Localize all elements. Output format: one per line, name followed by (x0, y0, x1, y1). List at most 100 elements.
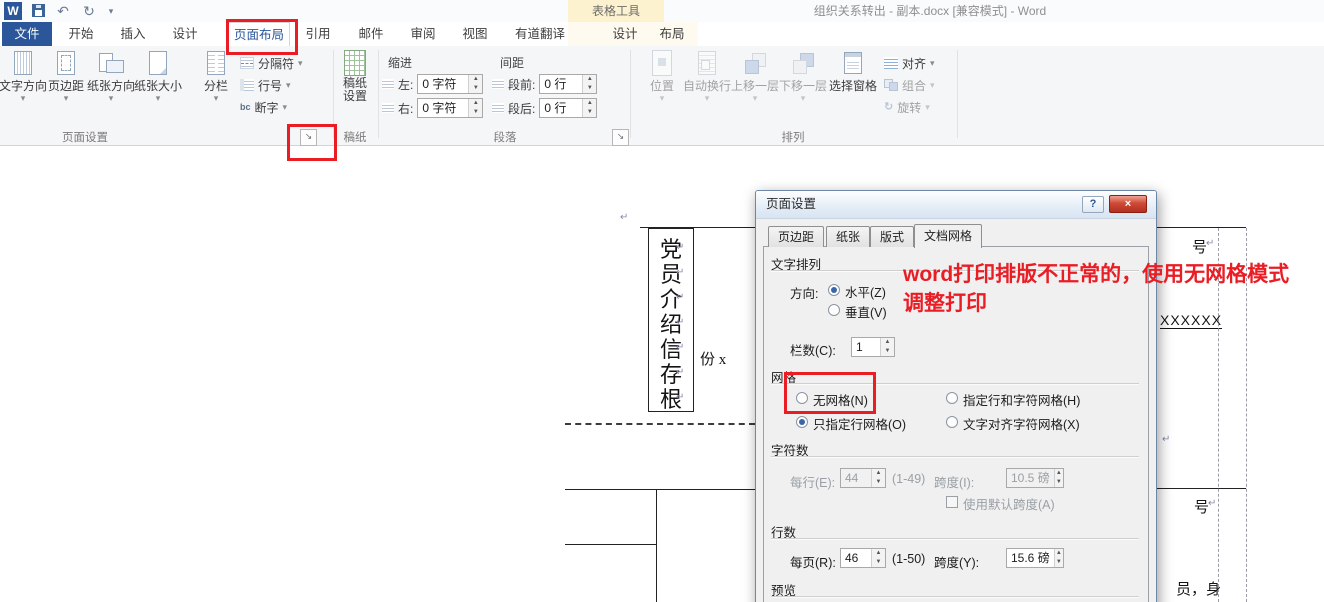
spin-up-icon[interactable]: ▲ (583, 75, 596, 84)
radio-vertical-label[interactable]: 垂直(V) (845, 302, 887, 321)
indent-right-icon (382, 103, 394, 113)
char-pitch-stepper[interactable]: 10.5 磅▲▼ (1006, 468, 1064, 488)
dialog-tab-margins[interactable]: 页边距 (768, 226, 824, 247)
spin-down-icon[interactable]: ▼ (872, 478, 885, 487)
chevron-down-icon: ▾ (156, 94, 161, 103)
tab-review[interactable]: 审阅 (400, 22, 446, 46)
chevron-down-icon: ▾ (753, 94, 758, 103)
tab-references[interactable]: 引用 (295, 22, 341, 46)
text-direction-button[interactable]: 文字方向 ▾ (2, 49, 44, 125)
dialog-title-bar[interactable]: 页面设置 ? × (756, 191, 1156, 219)
group-button[interactable]: 组合 ▾ (884, 75, 935, 95)
columns-button[interactable]: 分栏 ▾ (196, 49, 236, 125)
section-divider (771, 538, 1139, 540)
spin-down-icon[interactable]: ▼ (583, 84, 596, 93)
position-button[interactable]: 位置 ▾ (642, 49, 682, 125)
tab-table-design[interactable]: 设计 (602, 22, 648, 46)
paragraph-mark-icon: ↵ (676, 342, 684, 353)
dialog-help-button[interactable]: ? (1082, 196, 1104, 213)
tab-insert[interactable]: 插入 (110, 22, 156, 46)
spin-up-icon[interactable]: ▲ (583, 99, 596, 108)
align-button[interactable]: 对齐 ▾ (884, 53, 935, 73)
orientation-button[interactable]: 纸张方向 ▾ (88, 49, 134, 125)
tab-home[interactable]: 开始 (58, 22, 104, 46)
use-default-pitch-label[interactable]: 使用默认跨度(A) (963, 494, 1055, 513)
breaks-button[interactable]: 分隔符 ▾ (240, 53, 303, 73)
radio-horizontal[interactable] (828, 284, 840, 296)
hyphenation-button[interactable]: bc 断字 ▾ (240, 97, 287, 117)
spin-down-icon[interactable]: ▼ (1055, 478, 1063, 487)
chevron-down-icon: ▾ (286, 80, 291, 91)
send-backward-button[interactable]: 下移一层 ▾ (780, 49, 826, 125)
bring-forward-button[interactable]: 上移一层 ▾ (732, 49, 778, 125)
lines-per-page-stepper[interactable]: 46▲▼ (840, 548, 886, 568)
margins-button[interactable]: 页边距 ▾ (46, 49, 86, 125)
button-label: 自动换行 (683, 79, 731, 93)
spin-up-icon[interactable]: ▲ (881, 338, 894, 347)
char-pitch-label: 跨度(I): (934, 472, 974, 491)
grid-paper-setup-button[interactable]: 稿纸 设置 (336, 49, 374, 125)
spin-down-icon[interactable]: ▼ (872, 558, 885, 567)
dialog-tab-document-grid[interactable]: 文档网格 (914, 224, 982, 248)
tab-file[interactable]: 文件 (2, 22, 52, 46)
spin-up-icon[interactable]: ▲ (1055, 549, 1063, 558)
field-label: 段前: (508, 76, 535, 93)
spin-down-icon[interactable]: ▼ (583, 108, 596, 117)
indent-right-stepper[interactable]: 0 字符▲▼ (417, 98, 483, 118)
table-border (565, 544, 657, 545)
paper-size-icon (149, 51, 167, 75)
redo-icon[interactable]: ↻ (78, 1, 100, 21)
grid-paper-icon (344, 50, 366, 76)
line-numbers-button[interactable]: 行号 ▾ (240, 75, 291, 95)
dialog-tab-layout[interactable]: 版式 (870, 226, 914, 247)
spin-down-icon[interactable]: ▼ (469, 108, 482, 117)
tab-table-layout[interactable]: 布局 (650, 22, 694, 46)
cut-line-dashed (565, 423, 755, 425)
rotate-button[interactable]: ↻ 旋转 ▾ (884, 97, 930, 117)
selection-pane-button[interactable]: 选择窗格 (828, 49, 878, 125)
radio-lines-and-chars[interactable] (946, 392, 958, 404)
direction-label: 方向: (790, 283, 818, 302)
radio-horizontal-label[interactable]: 水平(Z) (845, 282, 886, 301)
spin-up-icon[interactable]: ▲ (469, 75, 482, 84)
columns-count-stepper[interactable]: 1▲▼ (851, 337, 895, 357)
button-label: 行号 (258, 77, 282, 94)
spin-down-icon[interactable]: ▼ (469, 84, 482, 93)
space-after-stepper[interactable]: 0 行▲▼ (539, 98, 597, 118)
radio-lines-only[interactable] (796, 416, 808, 428)
radio-lines-and-chars-label[interactable]: 指定行和字符网格(H) (963, 390, 1080, 409)
chars-per-line-stepper[interactable]: 44▲▼ (840, 468, 886, 488)
undo-icon[interactable]: ↶ (52, 1, 74, 21)
radio-char-align[interactable] (946, 416, 958, 428)
paragraph-dialog-launcher[interactable]: ↘ (612, 129, 629, 146)
save-icon[interactable] (32, 4, 45, 17)
line-pitch-stepper[interactable]: 15.6 磅▲▼ (1006, 548, 1064, 568)
rotate-icon: ↻ (884, 101, 893, 113)
tab-design[interactable]: 设计 (162, 22, 208, 46)
spin-up-icon[interactable]: ▲ (469, 99, 482, 108)
radio-vertical[interactable] (828, 304, 840, 316)
dialog-tab-paper[interactable]: 纸张 (826, 226, 870, 247)
spin-down-icon[interactable]: ▼ (1055, 558, 1063, 567)
button-label: 对齐 (902, 55, 926, 72)
space-before-stepper[interactable]: 0 行▲▼ (539, 74, 597, 94)
bring-forward-icon (743, 51, 767, 75)
indent-left-stepper[interactable]: 0 字符▲▼ (417, 74, 483, 94)
spin-up-icon[interactable]: ▲ (872, 469, 885, 478)
paper-size-button[interactable]: 纸张大小 ▾ (136, 49, 180, 125)
spin-up-icon[interactable]: ▲ (872, 549, 885, 558)
spin-down-icon[interactable]: ▼ (881, 347, 894, 356)
annotation-text-line2: 调整打印 (903, 287, 987, 317)
selection-pane-icon (844, 52, 862, 74)
radio-lines-only-label[interactable]: 只指定行网格(O) (813, 414, 906, 433)
tab-youdao-translate[interactable]: 有道翻译 (504, 22, 576, 46)
quick-access-dropdown-icon[interactable]: ▾ (100, 1, 122, 21)
dialog-close-button[interactable]: × (1109, 195, 1147, 213)
wrap-text-button[interactable]: 自动换行 ▾ (684, 49, 730, 125)
position-icon (652, 50, 672, 76)
tab-mailings[interactable]: 邮件 (348, 22, 394, 46)
radio-char-align-label[interactable]: 文字对齐字符网格(X) (963, 414, 1080, 433)
use-default-pitch-checkbox[interactable] (946, 496, 958, 508)
tab-view[interactable]: 视图 (452, 22, 498, 46)
spin-up-icon[interactable]: ▲ (1055, 469, 1063, 478)
